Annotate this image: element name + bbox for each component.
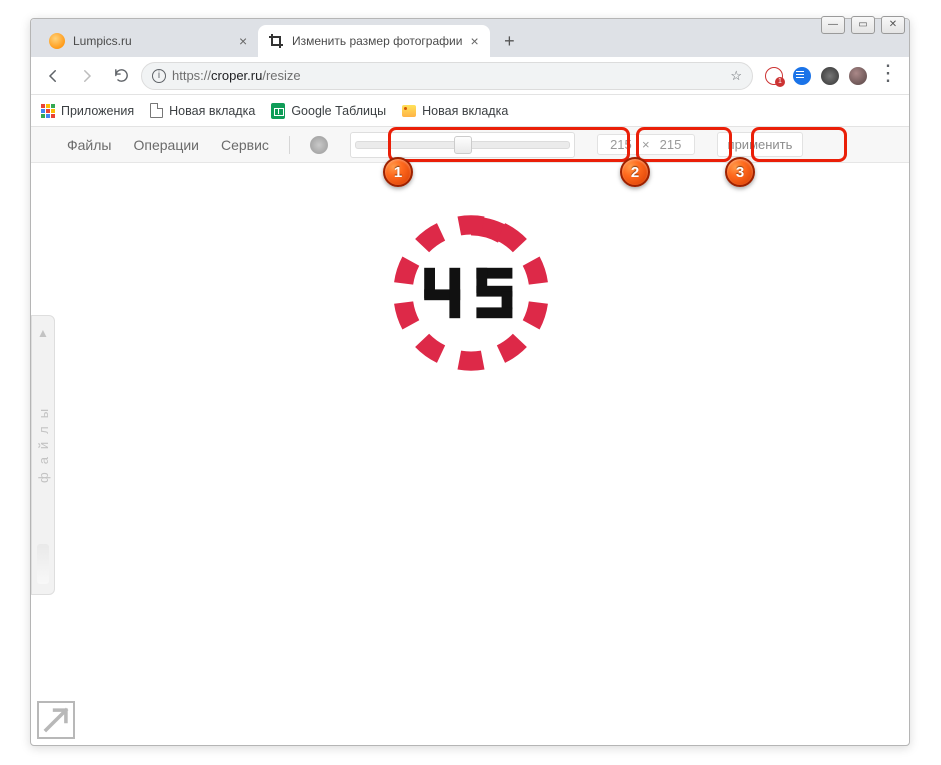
menu-service[interactable]: Сервис	[221, 137, 269, 153]
bookmark-newtab-1[interactable]: Новая вкладка	[150, 103, 255, 118]
bookmark-apps[interactable]: Приложения	[41, 104, 134, 118]
bookmark-label: Приложения	[61, 104, 134, 118]
times-symbol: ×	[642, 137, 650, 152]
slider-thumb[interactable]	[454, 136, 472, 154]
preview-image	[381, 203, 561, 383]
apply-button[interactable]: применить	[717, 132, 804, 157]
app-toolbar: Файлы Операции Сервис × применить 1 2 3	[31, 127, 909, 163]
chevron-up-icon: ▲	[37, 326, 49, 340]
nav-reload-button[interactable]	[107, 62, 135, 90]
minimize-button[interactable]: —	[821, 16, 845, 34]
external-link-icon[interactable]	[37, 701, 75, 739]
menu-operations[interactable]: Операции	[133, 137, 199, 153]
canvas-area: ▲ файлы	[31, 163, 909, 745]
document-icon	[150, 103, 163, 118]
side-panel-tab[interactable]: ▲ файлы	[31, 315, 55, 595]
tab-croper[interactable]: Изменить размер фотографии	[258, 25, 490, 57]
profile-avatar[interactable]	[849, 67, 867, 85]
address-bar[interactable]: i https://croper.ru/resize ☆	[141, 62, 753, 90]
window-controls: — ▭ ✕	[815, 13, 911, 37]
width-input[interactable]	[604, 137, 638, 152]
google-sheets-icon	[271, 103, 285, 119]
tab-title: Изменить размер фотографии	[292, 34, 462, 48]
site-info-icon[interactable]: i	[152, 69, 166, 83]
dimensions-box: ×	[597, 134, 695, 155]
new-tab-button[interactable]: +	[495, 27, 523, 55]
tab-title: Lumpics.ru	[73, 34, 231, 48]
bookmark-label: Новая вкладка	[169, 104, 255, 118]
bookmark-star-icon[interactable]: ☆	[730, 68, 742, 84]
url-text: https://croper.ru/resize	[172, 68, 724, 83]
extension-icons	[759, 67, 901, 85]
browser-menu-icon[interactable]	[877, 67, 895, 85]
resize-slider[interactable]	[350, 132, 575, 158]
bookmark-newtab-2[interactable]: Новая вкладка	[402, 104, 508, 118]
nav-forward-button[interactable]	[73, 62, 101, 90]
side-panel-label: файлы	[36, 340, 51, 544]
favicon-croper	[268, 33, 284, 49]
bookmarks-bar: Приложения Новая вкладка Google Таблицы …	[31, 95, 909, 127]
bookmark-gsheets[interactable]: Google Таблицы	[271, 103, 386, 119]
extension-adblock-icon[interactable]	[765, 67, 783, 85]
apps-icon	[41, 104, 55, 118]
side-panel-handle	[37, 544, 49, 584]
height-input[interactable]	[654, 137, 688, 152]
tab-strip: Lumpics.ru Изменить размер фотографии +	[31, 19, 909, 57]
extension-globe-icon[interactable]	[793, 67, 811, 85]
photo-icon	[402, 105, 416, 117]
close-tab-icon[interactable]	[239, 36, 249, 46]
extension-dark-icon[interactable]	[821, 67, 839, 85]
bookmark-label: Google Таблицы	[291, 104, 386, 118]
close-window-button[interactable]: ✕	[881, 16, 905, 34]
slider-track	[355, 141, 570, 149]
toolbar-thumbnail-icon[interactable]	[310, 136, 328, 154]
menu-files[interactable]: Файлы	[67, 137, 111, 153]
close-tab-icon[interactable]	[470, 36, 480, 46]
toolbar-separator	[289, 136, 290, 154]
nav-back-button[interactable]	[39, 62, 67, 90]
bookmark-label: Новая вкладка	[422, 104, 508, 118]
browser-window: — ▭ ✕ Lumpics.ru Изменить размер фотогра…	[30, 18, 910, 746]
tab-lumpics[interactable]: Lumpics.ru	[39, 25, 259, 57]
favicon-lumpics	[49, 33, 65, 49]
address-bar-row: i https://croper.ru/resize ☆	[31, 57, 909, 95]
maximize-button[interactable]: ▭	[851, 16, 875, 34]
